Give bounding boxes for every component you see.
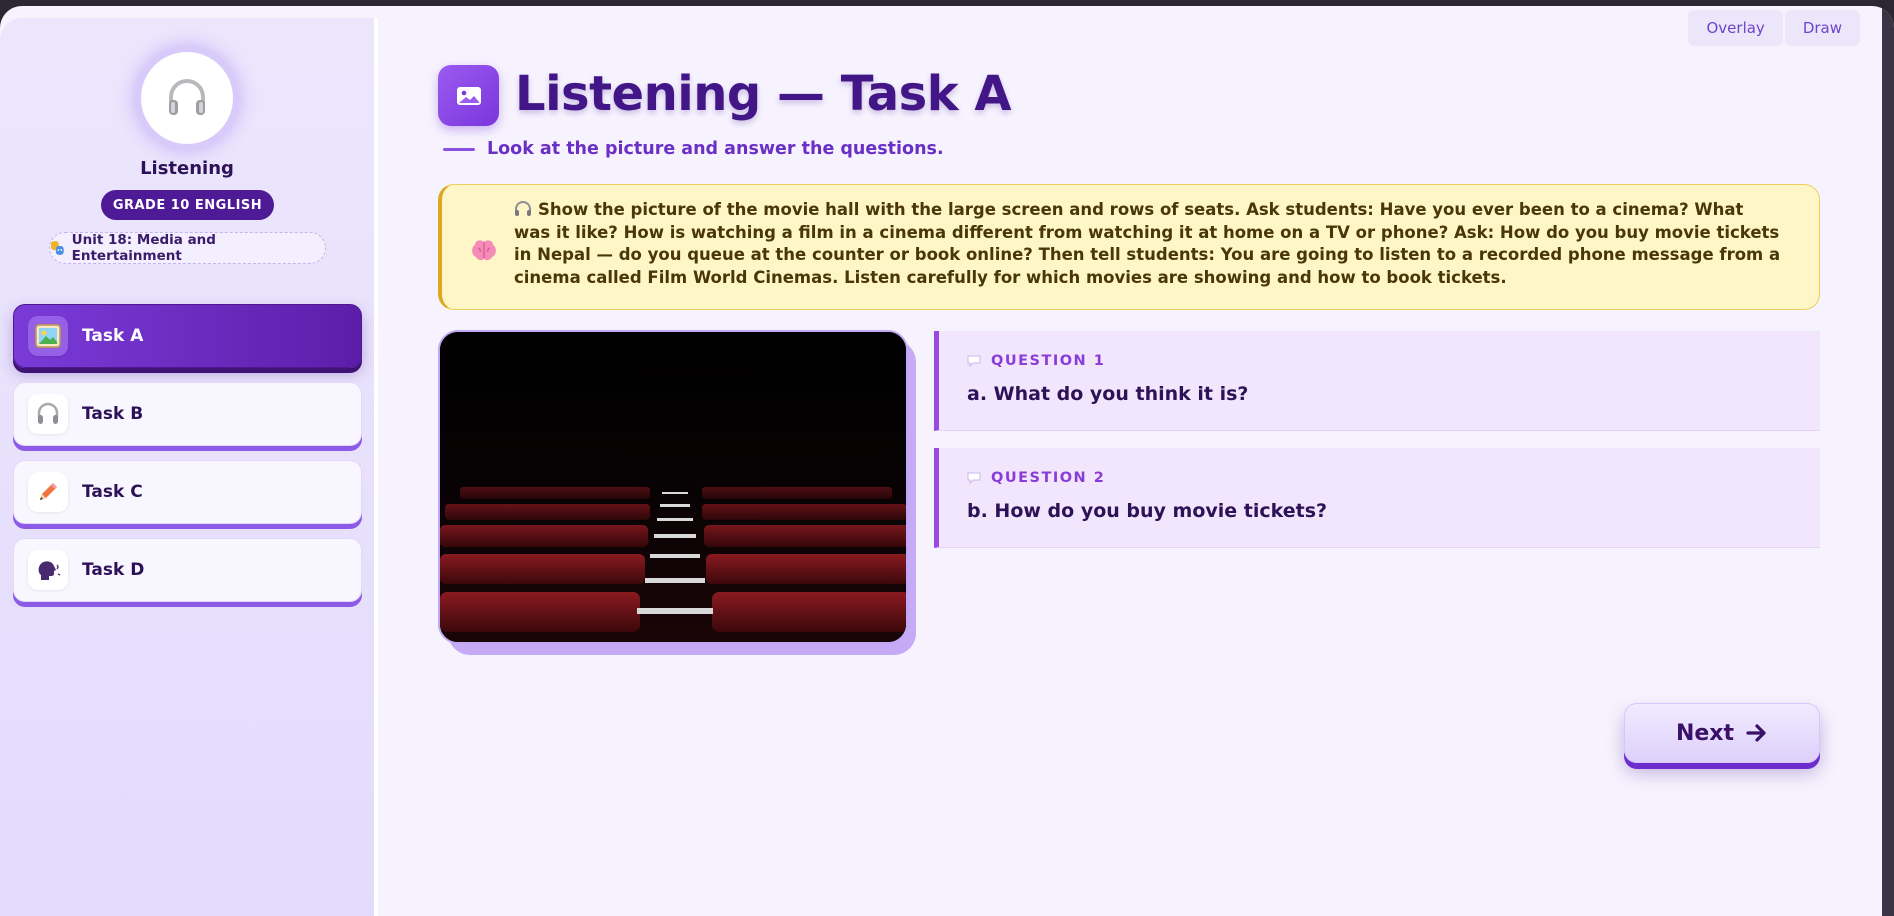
cinema-photo <box>438 330 908 644</box>
app-window: Overlay Draw Listening GRADE 10 ENGLISH <box>0 6 1894 916</box>
grade-badge: GRADE 10 ENGLISH <box>101 190 274 220</box>
task-a-label: Task A <box>82 326 144 346</box>
main-content: Listening — Task A Look at the picture a… <box>378 6 1882 916</box>
sidebar-title: Listening <box>140 158 234 179</box>
speech-bubble-icon <box>967 355 981 367</box>
teacher-note: Show the picture of the movie hall with … <box>438 184 1820 310</box>
arrow-right-icon <box>1746 724 1766 742</box>
question-2-heading: QUESTION 2 <box>991 470 1106 486</box>
top-toolbar: Overlay Draw <box>1688 10 1860 46</box>
page-title: Listening — Task A <box>515 66 1011 122</box>
subtitle-text: Look at the picture and answer the quest… <box>487 139 944 159</box>
next-button[interactable]: Next <box>1624 703 1820 763</box>
teacher-note-text: Show the picture of the movie hall with … <box>514 199 1783 289</box>
overlay-button[interactable]: Overlay <box>1688 10 1783 46</box>
pencil-icon <box>40 483 57 500</box>
speech-bubble-icon <box>967 472 981 484</box>
question-1-heading: QUESTION 1 <box>991 353 1106 369</box>
question-card-1: QUESTION 1 a. What do you think it is? <box>934 331 1820 431</box>
question-card-2: QUESTION 2 b. How do you buy movie ticke… <box>934 448 1820 548</box>
theater-masks-icon <box>50 241 64 255</box>
teacher-note-body: Show the picture of the movie hall with … <box>514 200 1781 287</box>
task-d-label: Task D <box>82 560 145 580</box>
brain-icon <box>472 240 496 261</box>
task-b-item[interactable]: Task B <box>13 382 362 446</box>
headphones-icon <box>169 79 205 115</box>
task-c-item[interactable]: Task C <box>13 460 362 524</box>
title-badge <box>438 65 499 126</box>
task-d-item[interactable]: Task D <box>13 538 362 602</box>
unit-pill: Unit 18: Media and Entertainment <box>49 232 326 264</box>
picture-icon <box>35 324 61 348</box>
avatar <box>135 46 239 150</box>
task-c-label: Task C <box>82 482 143 502</box>
headphones-icon <box>515 201 531 216</box>
headphones-icon <box>37 402 59 424</box>
question-1-text: a. What do you think it is? <box>967 383 1249 405</box>
subtitle: Look at the picture and answer the quest… <box>443 139 944 159</box>
unit-label: Unit 18: Media and Entertainment <box>71 232 216 264</box>
sidebar: Listening GRADE 10 ENGLISH Unit 18: Medi… <box>0 18 378 916</box>
task-b-label: Task B <box>82 404 144 424</box>
subtitle-dash <box>443 147 475 151</box>
picture-icon <box>456 86 481 105</box>
speaking-head-icon <box>38 561 61 580</box>
task-list: Task A Task B Task C Task D <box>13 304 362 616</box>
next-label: Next <box>1675 720 1735 746</box>
window-edge <box>1882 6 1894 916</box>
cinema-photo-frame <box>438 330 916 655</box>
task-a-item[interactable]: Task A <box>13 304 362 368</box>
draw-button[interactable]: Draw <box>1784 10 1860 46</box>
question-2-text: b. How do you buy movie tickets? <box>967 500 1328 522</box>
